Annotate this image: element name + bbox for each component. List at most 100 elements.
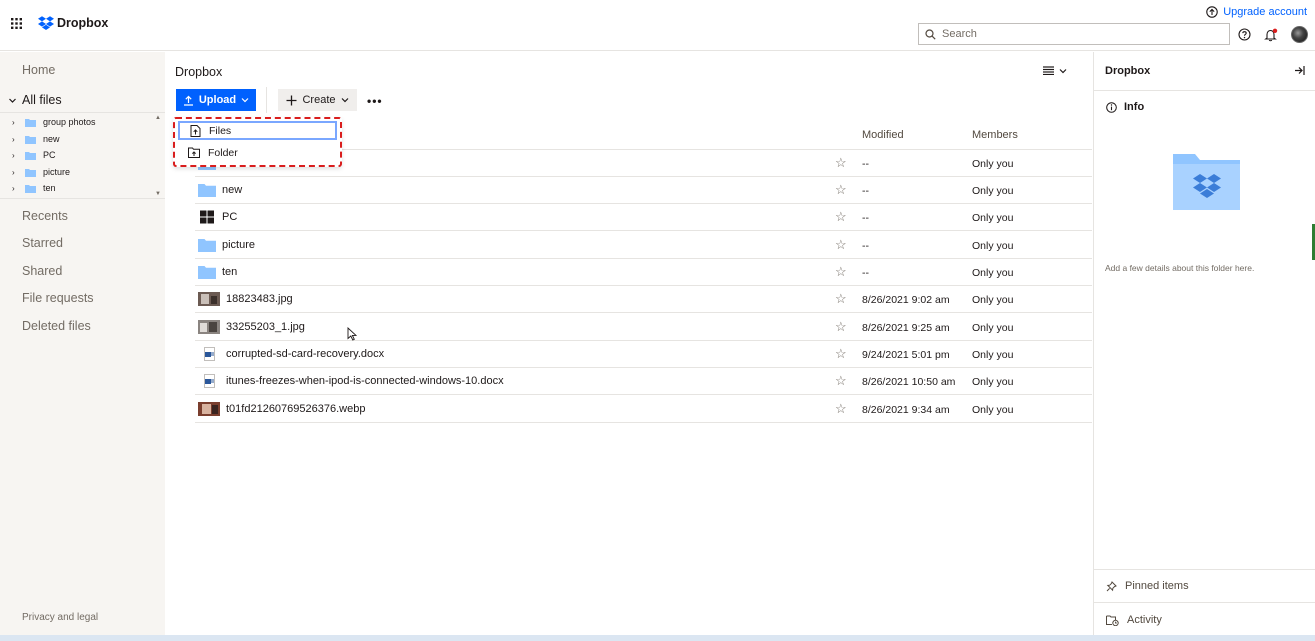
- chevron-right-icon: ›: [12, 117, 15, 127]
- tree-label: picture: [43, 167, 71, 177]
- folder-upload-icon: [188, 147, 200, 158]
- modified-cell: 8/26/2021 9:25 am: [862, 322, 950, 334]
- table-row[interactable]: ten ☆ -- Only you: [195, 259, 1092, 286]
- create-button[interactable]: Create: [278, 89, 357, 111]
- help-icon[interactable]: [1238, 28, 1251, 41]
- members-cell: Only you: [972, 376, 1014, 388]
- tree-item-group-photos[interactable]: › group photos: [12, 117, 96, 127]
- upgrade-arrow-icon: [1206, 6, 1218, 18]
- upgrade-account-link[interactable]: Upgrade account: [1206, 6, 1307, 18]
- star-icon[interactable]: ☆: [835, 183, 847, 196]
- folder-icon: [25, 184, 36, 193]
- file-name: picture: [198, 238, 255, 252]
- table-row[interactable]: corrupted-sd-card-recovery.docx ☆ 9/24/2…: [195, 341, 1092, 368]
- pin-icon: [1106, 580, 1117, 591]
- star-icon[interactable]: ☆: [835, 238, 847, 251]
- table-row[interactable]: picture ☆ -- Only you: [195, 232, 1092, 259]
- tree-scrollbar[interactable]: ▲ ▼: [155, 115, 163, 197]
- column-header-modified[interactable]: Modified: [862, 129, 904, 141]
- folder-icon: [25, 118, 36, 127]
- tree-label: PC: [43, 150, 56, 160]
- upload-files-option[interactable]: Files: [178, 121, 337, 140]
- view-toggle-button[interactable]: [1043, 66, 1067, 75]
- panel-divider: [1094, 90, 1315, 91]
- details-panel: Dropbox Info Add a few details about thi…: [1093, 52, 1315, 641]
- star-icon[interactable]: ☆: [835, 265, 847, 278]
- tree-item-new[interactable]: › new: [12, 134, 60, 144]
- pinned-items-label: Pinned items: [1125, 580, 1189, 592]
- table-row[interactable]: itunes-freezes-when-ipod-is-connected-wi…: [195, 368, 1092, 395]
- modified-cell: 8/26/2021 9:02 am: [862, 294, 950, 306]
- nav-recents[interactable]: Recents: [22, 209, 68, 223]
- tree-item-picture[interactable]: › picture: [12, 167, 70, 177]
- star-icon[interactable]: ☆: [835, 347, 847, 360]
- image-thumbnail: [198, 292, 220, 306]
- column-header-members[interactable]: Members: [972, 129, 1018, 141]
- panel-divider: [1094, 602, 1315, 603]
- tree-item-ten[interactable]: › ten: [12, 183, 56, 193]
- windows-icon: [200, 210, 214, 224]
- chevron-down-icon: [341, 98, 348, 103]
- file-name-text: t01fd21260769526376.webp: [226, 403, 366, 415]
- star-icon[interactable]: ☆: [835, 156, 847, 169]
- image-thumbnail: [198, 320, 220, 334]
- table-row[interactable]: 33255203_1.jpg ☆ 8/26/2021 9:25 am Only …: [195, 314, 1092, 341]
- upload-button[interactable]: Upload: [176, 89, 256, 111]
- upload-folder-option[interactable]: Folder: [178, 143, 337, 162]
- star-icon[interactable]: ☆: [835, 402, 847, 415]
- dropbox-logo[interactable]: Dropbox: [38, 16, 108, 30]
- dropbox-icon: [38, 16, 54, 30]
- breadcrumb[interactable]: Dropbox: [175, 65, 222, 79]
- nav-deleted-files[interactable]: Deleted files: [22, 319, 91, 333]
- chevron-right-icon: ›: [12, 183, 15, 193]
- nav-starred[interactable]: Starred: [22, 236, 63, 250]
- modified-cell: 8/26/2021 9:34 am: [862, 404, 950, 416]
- toolbar-divider: [266, 87, 267, 113]
- privacy-legal-link[interactable]: Privacy and legal: [22, 612, 98, 623]
- star-icon[interactable]: ☆: [835, 210, 847, 223]
- tree-item-pc[interactable]: › PC: [12, 150, 56, 160]
- activity-label: Activity: [1127, 614, 1162, 626]
- image-thumbnail: [198, 402, 220, 416]
- avatar[interactable]: [1291, 26, 1308, 43]
- file-name: PC: [198, 210, 237, 224]
- file-name: 18823483.jpg: [198, 292, 293, 306]
- table-row[interactable]: 18823483.jpg ☆ 8/26/2021 9:02 am Only yo…: [195, 286, 1092, 313]
- collapse-panel-icon[interactable]: [1294, 65, 1305, 76]
- details-title: Dropbox: [1105, 65, 1151, 77]
- star-icon[interactable]: ☆: [835, 320, 847, 333]
- info-section-header[interactable]: Info: [1106, 101, 1144, 113]
- folder-details-hint[interactable]: Add a few details about this folder here…: [1105, 263, 1254, 273]
- file-name: ten: [198, 265, 237, 279]
- nav-file-requests[interactable]: File requests: [22, 291, 94, 305]
- members-cell: Only you: [972, 322, 1014, 334]
- table-row[interactable]: new ☆ -- Only you: [195, 177, 1092, 204]
- modified-cell: --: [862, 267, 869, 279]
- nav-home[interactable]: Home: [22, 63, 55, 77]
- table-row[interactable]: t01fd21260769526376.webp ☆ 8/26/2021 9:3…: [195, 396, 1092, 423]
- search-box[interactable]: [918, 23, 1230, 45]
- table-row[interactable]: PC ☆ -- Only you: [195, 204, 1092, 231]
- notification-bell-icon[interactable]: [1264, 28, 1278, 42]
- plus-icon: [286, 95, 297, 105]
- tree-label: new: [43, 134, 60, 144]
- star-icon[interactable]: ☆: [835, 374, 847, 387]
- app-grid-icon[interactable]: [11, 18, 22, 29]
- pinned-items-section[interactable]: Pinned items: [1106, 580, 1189, 592]
- modified-cell: 8/26/2021 10:50 am: [862, 376, 956, 388]
- folder-icon: [25, 135, 36, 144]
- more-options-button[interactable]: •••: [367, 94, 383, 108]
- folder-tree: › group photos › new › PC › picture › te…: [0, 112, 165, 199]
- panel-divider: [1094, 569, 1315, 570]
- activity-section[interactable]: Activity: [1106, 614, 1162, 626]
- search-input[interactable]: [942, 28, 1222, 40]
- star-icon[interactable]: ☆: [835, 292, 847, 305]
- nav-shared[interactable]: Shared: [22, 264, 62, 278]
- shared-folder-icon: [1171, 152, 1242, 210]
- upload-icon: [183, 95, 193, 106]
- members-cell: Only you: [972, 240, 1014, 252]
- modified-cell: 9/24/2021 5:01 pm: [862, 349, 950, 361]
- nav-all-files[interactable]: All files: [8, 93, 62, 107]
- chevron-down-icon: [9, 98, 16, 103]
- members-cell: Only you: [972, 404, 1014, 416]
